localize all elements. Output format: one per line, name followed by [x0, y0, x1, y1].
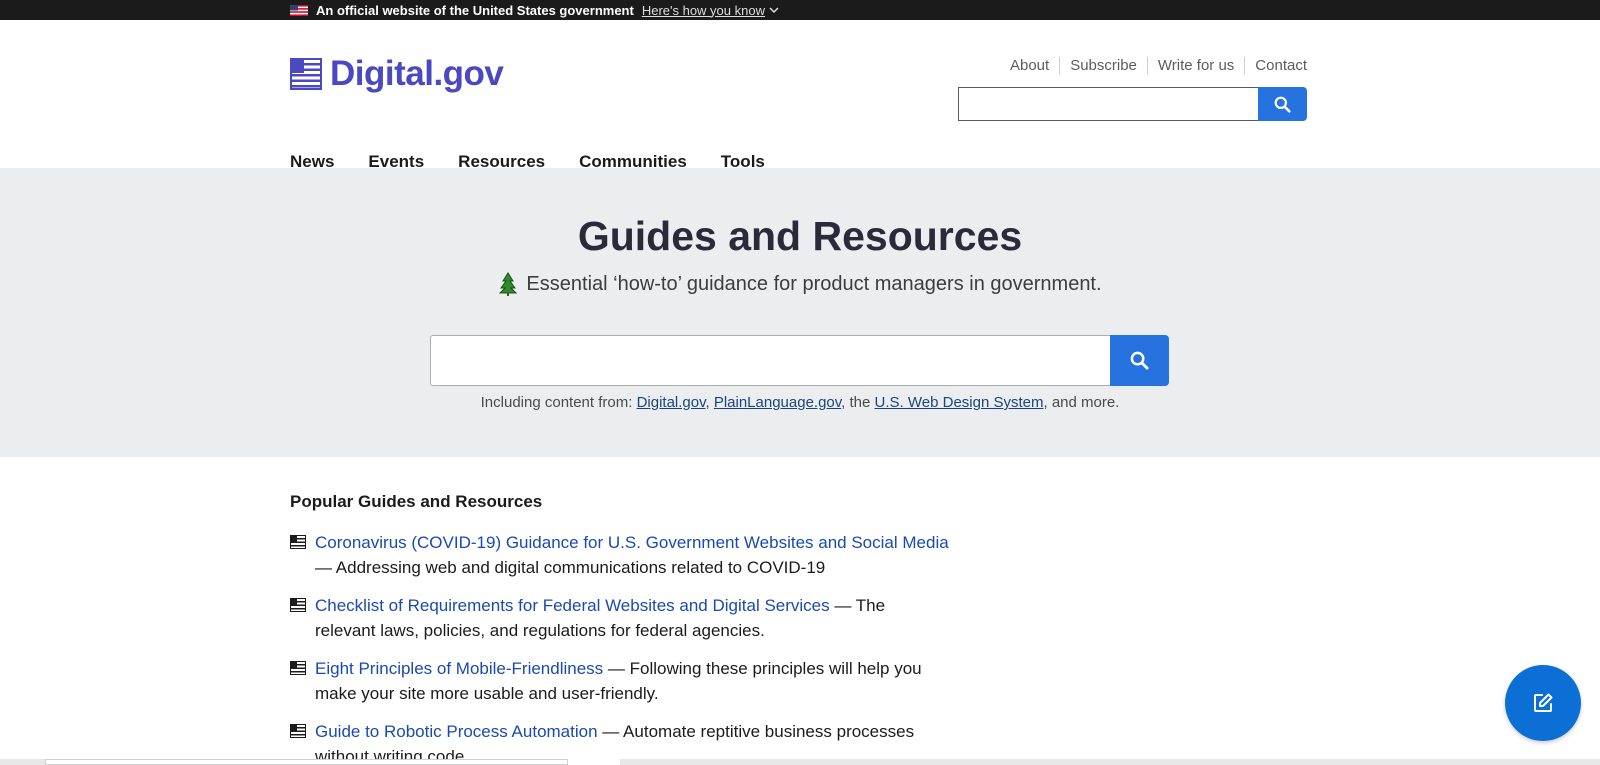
page-title: Guides and Resources	[577, 213, 1023, 259]
scrollbar-segment	[568, 759, 620, 765]
guide-link-rpa[interactable]: Guide to Robotic Process Automation	[315, 722, 598, 741]
scrollbar-thumb[interactable]	[45, 759, 568, 765]
official-website-text: An official website of the United States…	[316, 2, 634, 18]
content-sources-sep: , the	[841, 394, 875, 411]
source-link-uswds[interactable]: U.S. Web Design System	[875, 394, 1044, 411]
flag-bullet-icon	[290, 598, 306, 612]
list-item-body: Eight Principles of Mobile-Friendliness …	[315, 656, 950, 706]
header-search-button[interactable]	[1258, 87, 1307, 121]
site-logo[interactable]: Digital.gov	[290, 54, 504, 94]
edit-icon	[1534, 693, 1553, 712]
flag-bullet-icon	[290, 661, 306, 675]
edit-feedback-button[interactable]	[1505, 665, 1581, 741]
list-item: Checklist of Requirements for Federal We…	[290, 593, 950, 643]
heres-how-you-know-link[interactable]: Here's how you know	[642, 3, 779, 18]
util-link-write-for-us[interactable]: Write for us	[1146, 57, 1244, 74]
header-search	[958, 87, 1307, 121]
guide-link-checklist[interactable]: Checklist of Requirements for Federal We…	[315, 596, 830, 615]
utility-links: About Subscribe Write for us Contact	[1000, 57, 1307, 74]
source-link-plainlanguage[interactable]: PlainLanguage.gov	[714, 394, 841, 411]
content-sources-sep: ,	[705, 394, 714, 411]
content-sources-prefix: Including content from:	[480, 394, 637, 411]
util-link-subscribe[interactable]: Subscribe	[1059, 57, 1147, 74]
site-header: Digital.gov About Subscribe Write for us…	[0, 20, 1600, 171]
content-sources-suffix: , and more.	[1043, 394, 1120, 411]
guide-link-mobile[interactable]: Eight Principles of Mobile-Friendliness	[315, 659, 603, 678]
gov-banner: An official website of the United States…	[0, 0, 1600, 20]
util-link-contact[interactable]: Contact	[1244, 57, 1307, 74]
popular-guides-heading: Popular Guides and Resources	[290, 492, 543, 511]
search-icon	[1130, 351, 1149, 370]
content-sources-note: Including content from: Digital.gov, Pla…	[0, 394, 1600, 411]
hero-subtitle: Essential ‘how-to’ guidance for product …	[0, 272, 1600, 296]
list-item: Coronavirus (COVID-19) Guidance for U.S.…	[290, 530, 950, 580]
flag-logo-icon	[290, 58, 322, 90]
source-link-digitalgov[interactable]: Digital.gov	[637, 394, 706, 411]
logo-text: Digital.gov	[330, 54, 504, 93]
hero-subtitle-text: Essential ‘how-to’ guidance for product …	[526, 272, 1102, 295]
flag-bullet-icon	[290, 535, 306, 549]
hero-search-button[interactable]	[1110, 335, 1169, 386]
horizontal-scrollbar[interactable]	[0, 759, 1600, 765]
hero-search-input[interactable]	[430, 335, 1110, 386]
list-item: Eight Principles of Mobile-Friendliness …	[290, 656, 950, 706]
guide-desc: — Addressing web and digital communicati…	[315, 558, 826, 577]
header-search-input[interactable]	[958, 87, 1258, 121]
us-flag-icon	[290, 4, 308, 16]
popular-guides-list: Coronavirus (COVID-19) Guidance for U.S.…	[290, 530, 950, 765]
hero-search	[430, 335, 1169, 386]
chevron-down-icon	[769, 7, 779, 14]
list-item-body: Checklist of Requirements for Federal We…	[315, 593, 950, 643]
popular-guides-section: Popular Guides and Resources Coronavirus…	[290, 492, 950, 765]
search-icon	[1274, 96, 1291, 113]
gov-banner-inner: An official website of the United States…	[290, 3, 779, 18]
heres-how-you-know-label: Here's how you know	[641, 2, 765, 18]
guide-link-covid[interactable]: Coronavirus (COVID-19) Guidance for U.S.…	[315, 533, 949, 552]
tree-icon	[499, 272, 518, 296]
util-link-about[interactable]: About	[1000, 57, 1059, 74]
list-item-body: Coronavirus (COVID-19) Guidance for U.S.…	[315, 530, 950, 580]
hero-section: Guides and Resources Essential ‘how-to’ …	[0, 168, 1600, 457]
flag-bullet-icon	[290, 724, 306, 738]
